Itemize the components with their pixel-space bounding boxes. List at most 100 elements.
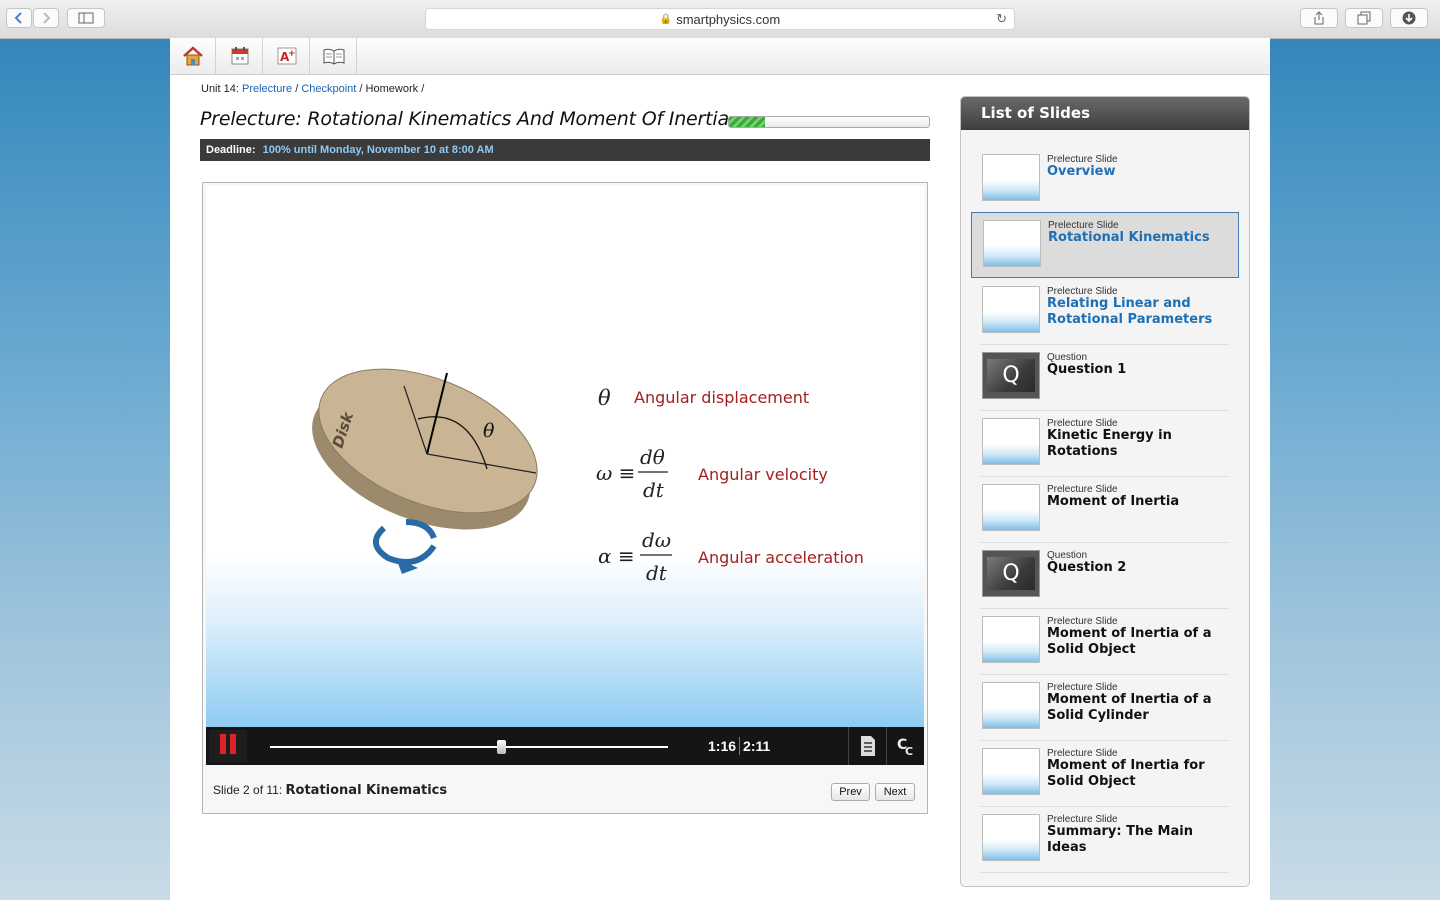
slide-list-item[interactable]: Prelecture Slide Relating Linear and Rota… (981, 279, 1229, 345)
home-button[interactable] (170, 38, 216, 74)
pause-icon (218, 734, 238, 758)
slide-canvas[interactable]: θ Disk θ Angular displacement ω ≡ dθ dt … (206, 186, 924, 727)
slide-list-item[interactable]: Prelecture Slide Kinetic Energy in Rotati… (981, 411, 1229, 477)
eq3-lhs: α ≡ (598, 544, 635, 568)
slide-title: Summary: The Main Ideas (1047, 824, 1193, 855)
slide-title: Moment of Inertia of a Solid Object (1047, 626, 1212, 657)
forward-button[interactable] (33, 8, 59, 28)
slide-title: Moment of Inertia for Solid Object (1047, 758, 1205, 789)
current-slide-title: Rotational Kinematics (285, 783, 448, 798)
sidebar-icon (78, 12, 94, 24)
slide-title: Kinetic Energy in Rotations (1047, 428, 1172, 459)
seek-bar[interactable] (270, 740, 668, 754)
question-mark-icon: Q (987, 359, 1035, 392)
captions-icon: CC (897, 737, 913, 756)
slide-list-item[interactable]: Prelecture Slide Moment of Inertia of a S… (981, 675, 1229, 741)
slide-thumbnail (982, 814, 1040, 861)
slide-thumbnail (983, 220, 1041, 267)
slide-list-item[interactable]: Prelecture Slide Moment of Inertia for So… (981, 741, 1229, 807)
breadcrumb-separator: / (421, 83, 425, 95)
prev-button[interactable]: Prev (831, 783, 870, 801)
reload-icon[interactable]: ↻ (996, 11, 1007, 27)
calendar-button[interactable] (217, 38, 263, 74)
slide-thumbnail (982, 616, 1040, 663)
url-text: smartphysics.com (676, 11, 781, 27)
question-thumbnail: Q (982, 352, 1040, 399)
calendar-icon (231, 47, 248, 65)
home-icon (182, 46, 203, 66)
slide-thumbnail (982, 682, 1040, 729)
eq2-label: Angular velocity (698, 465, 828, 484)
slide-list-item[interactable]: Prelecture Slide Moment of Inertia (981, 477, 1229, 543)
slide-list-item[interactable]: Prelecture Slide Moment of Inertia of a S… (981, 609, 1229, 675)
app-toolbar: A + (170, 38, 1270, 75)
share-icon (1314, 11, 1324, 25)
pause-button[interactable] (209, 730, 247, 762)
slide-title: Moment of Inertia of a Solid Cylinder (1047, 692, 1212, 723)
slide-list-item[interactable]: Q Question Question 2 (981, 543, 1229, 609)
transcript-button[interactable] (848, 727, 886, 765)
svg-text:C: C (905, 745, 913, 756)
slide-title: Rotational Kinematics (1048, 230, 1210, 245)
grades-button[interactable]: A + (264, 38, 310, 74)
transcript-icon (860, 736, 875, 756)
address-bar[interactable]: 🔒 smartphysics.com ↻ (425, 8, 1015, 30)
eq3-label: Angular acceleration (698, 548, 864, 567)
question-thumbnail: Q (982, 550, 1040, 597)
captions-button[interactable]: CC (886, 727, 924, 765)
slide-player: θ Disk θ Angular displacement ω ≡ dθ dt … (202, 182, 928, 814)
page-title: Prelecture: Rotational Kinematics And Mo… (200, 108, 729, 130)
time-display: 1:16 2:11 (708, 737, 770, 755)
share-button[interactable] (1300, 8, 1338, 28)
book-icon (323, 48, 344, 65)
browser-chrome: 🔒 smartphysics.com ↻ (0, 0, 1440, 39)
total-time: 2:11 (743, 738, 771, 754)
breadcrumb-prelecture[interactable]: Prelecture (242, 83, 292, 95)
slide-title: Question 1 (1047, 362, 1127, 377)
chevron-left-icon (14, 12, 22, 24)
rotation-arrow-icon (373, 519, 437, 574)
eq1-symbol: θ (598, 386, 611, 410)
slide-title: Overview (1047, 164, 1116, 179)
sidebar-toggle-button[interactable] (67, 8, 105, 28)
slide-info: Slide 2 of 11: Rotational Kinematics (213, 783, 447, 798)
eq2-lhs: ω ≡ (596, 461, 635, 485)
slide-list-item[interactable]: Prelecture Slide Overview (981, 147, 1229, 213)
eq2-numerator: dθ (640, 445, 665, 469)
book-button[interactable] (311, 38, 357, 74)
page: A + Unit 14: Prelecture / Checkpoint / Ho… (170, 38, 1270, 900)
slide-counter: Slide 2 of 11: (213, 783, 283, 797)
slide-list-item[interactable]: Q Question Question 1 (981, 345, 1229, 411)
breadcrumb-checkpoint[interactable]: Checkpoint (301, 83, 356, 95)
deadline-label: Deadline: (206, 144, 256, 156)
assignment-progress-bar (728, 116, 930, 128)
current-time: 1:16 (708, 738, 737, 754)
disk-angle-label: θ (483, 420, 495, 442)
slide-list-item[interactable]: Prelecture Slide Summary: The Main Ideas (981, 807, 1229, 873)
slides-panel-title: List of Slides (961, 97, 1249, 130)
eq2-denominator: dt (643, 478, 665, 502)
back-button[interactable] (6, 8, 32, 28)
slide-thumbnail (982, 418, 1040, 465)
slide-thumbnail (982, 154, 1040, 201)
tabs-button[interactable] (1345, 8, 1383, 28)
breadcrumb-separator: / (295, 83, 299, 95)
svg-text:+: + (288, 49, 296, 59)
downloads-button[interactable] (1390, 8, 1428, 28)
slide-thumbnail (982, 484, 1040, 531)
slide-thumbnail (982, 286, 1040, 333)
slide-thumbnail (982, 748, 1040, 795)
slide-title: Question 2 (1047, 560, 1127, 575)
lock-icon: 🔒 (659, 13, 673, 25)
eq3-numerator: dω (642, 528, 671, 552)
progress-fill (729, 117, 765, 127)
eq3-denominator: dt (646, 561, 668, 585)
next-button[interactable]: Next (875, 783, 915, 801)
deadline-value: 100% until Monday, November 10 at 8:00 A… (262, 144, 494, 156)
breadcrumb-separator: / (359, 83, 363, 95)
slide-title: Relating Linear and Rotational Parameter… (1047, 296, 1213, 327)
disk-diagram: θ Disk θ Angular displacement ω ≡ dθ dt … (312, 368, 864, 585)
slide-list-item[interactable]: Prelecture Slide Rotational Kinematics (971, 212, 1239, 278)
deadline-bar: Deadline: 100% until Monday, November 10… (200, 139, 930, 161)
seek-handle[interactable] (496, 740, 506, 754)
